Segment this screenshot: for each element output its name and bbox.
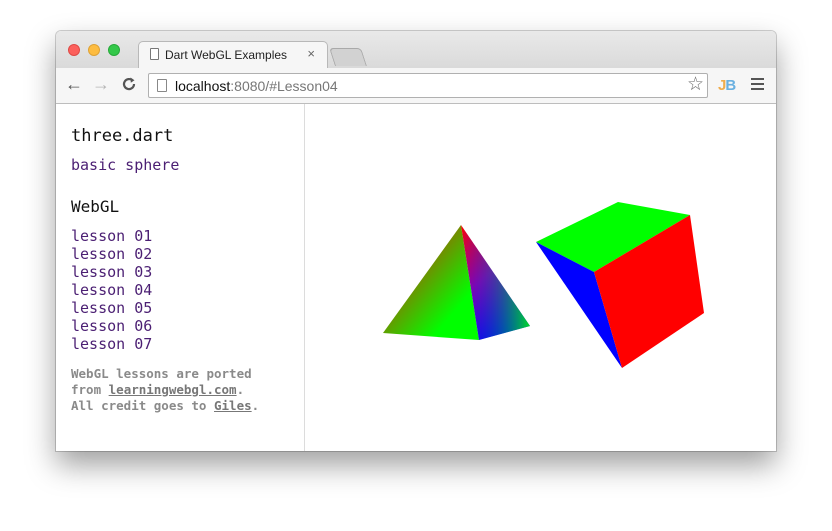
back-button[interactable]: ← — [64, 74, 84, 95]
reload-button[interactable] — [119, 74, 139, 97]
close-window-button[interactable] — [68, 44, 80, 56]
footnote-line-1: WebGL lessons are ported — [71, 366, 252, 381]
lesson-link-06[interactable]: lesson 06 — [71, 317, 152, 335]
webgl-scene — [383, 202, 704, 368]
tab-close-icon[interactable]: × — [307, 46, 315, 61]
browser-toolbar: ← → localhost:8080/#Lesson04 ☆ JB — [56, 68, 776, 104]
lesson-list: lesson 01 lesson 02 lesson 03 lesson 04 … — [71, 227, 152, 353]
hamburger-menu-icon[interactable] — [751, 78, 764, 90]
document-icon — [150, 48, 159, 60]
webgl-canvas[interactable] — [305, 104, 776, 451]
three-dart-heading: three.dart — [71, 126, 174, 146]
new-tab-button[interactable] — [329, 48, 367, 66]
page-content: three.dart basic sphere WebGL lesson 01 … — [56, 104, 776, 451]
extension-letter-b: B — [725, 77, 736, 94]
learningwebgl-link[interactable]: learningwebgl.com — [109, 382, 237, 397]
reload-icon — [122, 77, 136, 91]
lesson-link-07[interactable]: lesson 07 — [71, 335, 152, 353]
tab-title: Dart WebGL Examples — [165, 48, 288, 62]
lesson-link-05[interactable]: lesson 05 — [71, 299, 152, 317]
sidebar: three.dart basic sphere WebGL lesson 01 … — [56, 104, 305, 451]
minimize-window-button[interactable] — [88, 44, 100, 56]
address-bar[interactable]: localhost:8080/#Lesson04 ☆ — [148, 73, 708, 98]
pyramid — [383, 225, 530, 340]
forward-button[interactable]: → — [91, 74, 111, 95]
footnote-line-2-suffix: . — [236, 382, 245, 397]
lesson-link-04[interactable]: lesson 04 — [71, 281, 152, 299]
footnote-line-3: All credit goes to Giles. — [71, 398, 301, 414]
jetbrains-extension-icon[interactable]: JB — [718, 77, 736, 94]
browser-window: Dart WebGL Examples × ← → localhost:8080… — [56, 31, 776, 451]
footnote-line-3-prefix: All credit goes to — [71, 398, 214, 413]
lesson-link-01[interactable]: lesson 01 — [71, 227, 152, 245]
footnote-line-3-suffix: . — [251, 398, 260, 413]
url-path: :8080/#Lesson04 — [230, 78, 338, 94]
footnote-line-2: from learningwebgl.com. — [71, 382, 301, 398]
url-host: localhost — [175, 78, 231, 94]
zoom-window-button[interactable] — [108, 44, 120, 56]
footnote-line-2-prefix: from — [71, 382, 109, 397]
lesson-link-03[interactable]: lesson 03 — [71, 263, 152, 281]
tab-dart-webgl-examples[interactable]: Dart WebGL Examples × — [138, 41, 328, 69]
bookmark-star-icon[interactable]: ☆ — [687, 75, 704, 95]
url-text: localhost:8080/#Lesson04 — [175, 78, 338, 94]
credits-footnote: WebGL lessons are ported from learningwe… — [71, 366, 301, 414]
basic-sphere-link[interactable]: basic sphere — [71, 156, 179, 174]
webgl-heading: WebGL — [71, 197, 120, 216]
giles-link[interactable]: Giles — [214, 398, 252, 413]
title-bar: Dart WebGL Examples × — [56, 31, 776, 69]
lesson-link-02[interactable]: lesson 02 — [71, 245, 152, 263]
page-icon — [157, 79, 167, 92]
cube — [536, 202, 704, 368]
